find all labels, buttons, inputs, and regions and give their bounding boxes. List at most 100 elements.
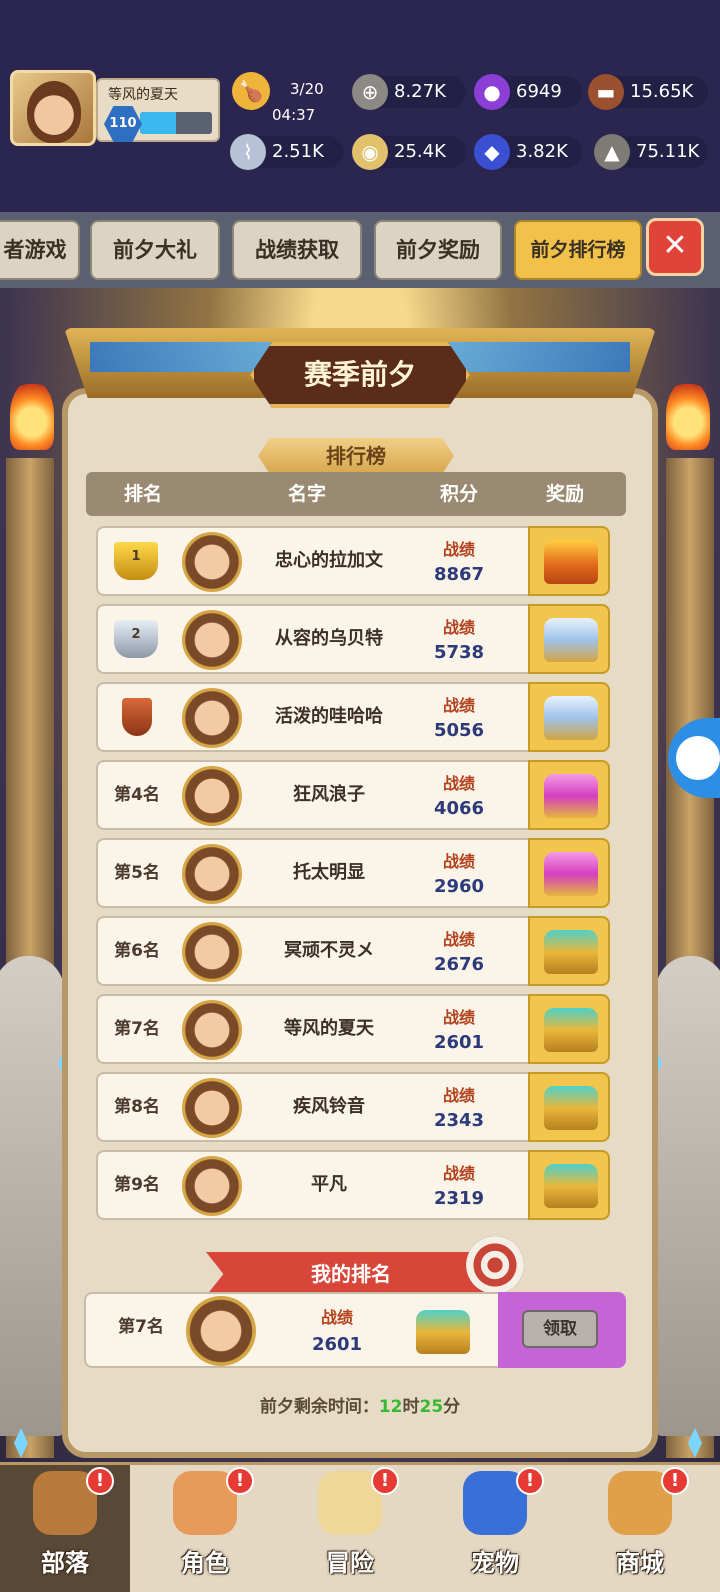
player-name: 等风的夏天 xyxy=(284,1018,374,1039)
tab-eve-leaderboard[interactable]: 前夕排行榜 xyxy=(514,220,642,280)
resource-gold-coin[interactable]: ◉ 25.4K xyxy=(352,134,466,170)
avatar-portrait xyxy=(27,81,81,143)
rank-label: 第9名 xyxy=(114,1175,160,1195)
bone-icon: ⌇ xyxy=(230,134,266,170)
rank-label: 第4名 xyxy=(114,785,160,805)
reward-chest-icon xyxy=(544,1086,598,1130)
resource-bone[interactable]: ⌇ 2.51K xyxy=(230,134,344,170)
nav-map[interactable]: ! 冒险 xyxy=(285,1465,415,1592)
tab-score-gain[interactable]: 战绩获取 xyxy=(232,220,362,280)
resource-wood[interactable]: ▬ 15.65K xyxy=(588,74,708,110)
col-rank: 排名 xyxy=(124,483,163,505)
player-avatar[interactable] xyxy=(182,1078,242,1138)
claim-button[interactable]: 领取 xyxy=(522,1310,598,1348)
player-avatar[interactable] xyxy=(182,1000,242,1060)
stone-coin-icon: ⊕ xyxy=(352,74,388,110)
score-label: 战绩 xyxy=(442,1086,475,1105)
nav-shop[interactable]: ! 商城 xyxy=(575,1465,705,1592)
reward-cell[interactable] xyxy=(528,1150,610,1220)
top-status-bar: 等风的夏天 110 🍗 3/20 04:37 ⊕ 8.27K ● 6949 ▬ … xyxy=(0,0,720,212)
player-name: 狂风浪子 xyxy=(293,784,365,805)
nav-tribe[interactable]: ! 部落 xyxy=(0,1465,130,1592)
player-avatar[interactable] xyxy=(182,922,242,982)
my-score: 2601 xyxy=(311,1334,363,1355)
alert-badge: ! xyxy=(226,1467,254,1495)
resource-value: 8.27K xyxy=(394,81,446,102)
score-label: 战绩 xyxy=(442,540,475,559)
resource-value: 75.11K xyxy=(636,141,700,162)
table-row[interactable]: 第5名 托太明显 战绩 2960 xyxy=(96,838,610,908)
gamepad-icon xyxy=(676,736,720,780)
close-button[interactable]: ✕ xyxy=(646,218,704,276)
table-row[interactable]: 第6名 冥顽不灵メ 战绩 2676 xyxy=(96,916,610,986)
player-avatar[interactable] xyxy=(182,1156,242,1216)
score-label: 战绩 xyxy=(442,696,475,715)
energy-value: 3/20 xyxy=(290,80,324,98)
reward-chest-icon xyxy=(544,540,598,584)
nav-label: 角色 xyxy=(181,1549,229,1577)
reward-chest-icon xyxy=(544,1008,598,1052)
reward-cell[interactable] xyxy=(528,838,610,908)
reward-cell[interactable] xyxy=(528,994,610,1064)
reward-cell[interactable] xyxy=(528,604,610,674)
reward-cell[interactable] xyxy=(528,682,610,752)
tab-eve-gift[interactable]: 前夕大礼 xyxy=(90,220,220,280)
reward-cell[interactable] xyxy=(528,760,610,830)
alert-badge: ! xyxy=(516,1467,544,1495)
player-avatar[interactable] xyxy=(10,70,96,146)
score-label: 战绩 xyxy=(442,618,475,637)
score-value: 8867 xyxy=(433,564,485,585)
table-row[interactable]: 第8名 疾风铃音 战绩 2343 xyxy=(96,1072,610,1142)
resource-stone-coin[interactable]: ⊕ 8.27K xyxy=(352,74,466,110)
reward-cell[interactable] xyxy=(528,1072,610,1142)
player-avatar[interactable] xyxy=(182,844,242,904)
table-row[interactable]: 第4名 狂风浪子 战绩 4066 xyxy=(96,760,610,830)
my-rank-ribbon: 我的排名 xyxy=(206,1252,496,1296)
tab-games[interactable]: 者游戏 xyxy=(0,220,80,280)
my-rank-row: 第7名 战绩 2601 领取 xyxy=(84,1292,626,1368)
energy-add-icon[interactable]: 🍗 xyxy=(232,72,270,110)
countdown-prefix: 前夕剩余时间： xyxy=(259,1397,379,1417)
ranking-list[interactable]: 1 忠心的拉加文 战绩 8867 2 从容的乌贝特 战绩 5738 活泼的哇哈哈 战绩 5056 第4… xyxy=(80,518,636,1246)
player-name: 忠心的拉加文 xyxy=(275,550,383,571)
score-value: 5056 xyxy=(433,720,485,741)
col-score: 积分 xyxy=(440,483,479,505)
resource-value: 6949 xyxy=(516,81,562,102)
reward-chest-icon xyxy=(416,1310,470,1354)
player-name: 疾风铃音 xyxy=(293,1096,365,1117)
xp-bar xyxy=(140,112,212,134)
resource-blue-gem[interactable]: ◆ 3.82K xyxy=(474,134,582,170)
reward-cell[interactable] xyxy=(528,916,610,986)
table-row[interactable]: 活泼的哇哈哈 战绩 5056 xyxy=(96,682,610,752)
claim-area: 领取 xyxy=(498,1292,626,1368)
player-avatar[interactable] xyxy=(182,610,242,670)
nav-pet[interactable]: ! 宠物 xyxy=(430,1465,560,1592)
my-rank-label: 第7名 xyxy=(118,1317,164,1337)
resource-ore[interactable]: ▲ 75.11K xyxy=(594,134,708,170)
my-avatar xyxy=(186,1296,256,1366)
player-avatar[interactable] xyxy=(182,766,242,826)
target-icon xyxy=(466,1236,524,1294)
close-icon: ✕ xyxy=(662,228,688,263)
tab-eve-reward[interactable]: 前夕奖励 xyxy=(374,220,502,280)
score-value: 4066 xyxy=(433,798,485,819)
player-name: 托太明显 xyxy=(293,862,365,883)
player-name: 冥顽不灵メ xyxy=(284,940,374,961)
gold-coin-icon: ◉ xyxy=(352,134,388,170)
eve-countdown: 前夕剩余时间：12时25分 xyxy=(62,1392,658,1417)
reward-cell[interactable] xyxy=(528,526,610,596)
score-value: 2676 xyxy=(433,954,485,975)
table-row[interactable]: 1 忠心的拉加文 战绩 8867 xyxy=(96,526,610,596)
reward-chest-icon xyxy=(544,618,598,662)
player-avatar[interactable] xyxy=(182,688,242,748)
rank-label: 第8名 xyxy=(114,1097,160,1117)
nav-character[interactable]: ! 角色 xyxy=(140,1465,270,1592)
resource-purple-orb[interactable]: ● 6949 xyxy=(474,74,582,110)
player-avatar[interactable] xyxy=(182,532,242,592)
rank-label: 第7名 xyxy=(114,1019,160,1039)
table-row[interactable]: 2 从容的乌贝特 战绩 5738 xyxy=(96,604,610,674)
col-reward: 奖励 xyxy=(546,483,585,505)
table-row[interactable]: 第9名 平凡 战绩 2319 xyxy=(96,1150,610,1220)
table-row[interactable]: 第7名 等风的夏天 战绩 2601 xyxy=(96,994,610,1064)
score-label: 战绩 xyxy=(442,774,475,793)
